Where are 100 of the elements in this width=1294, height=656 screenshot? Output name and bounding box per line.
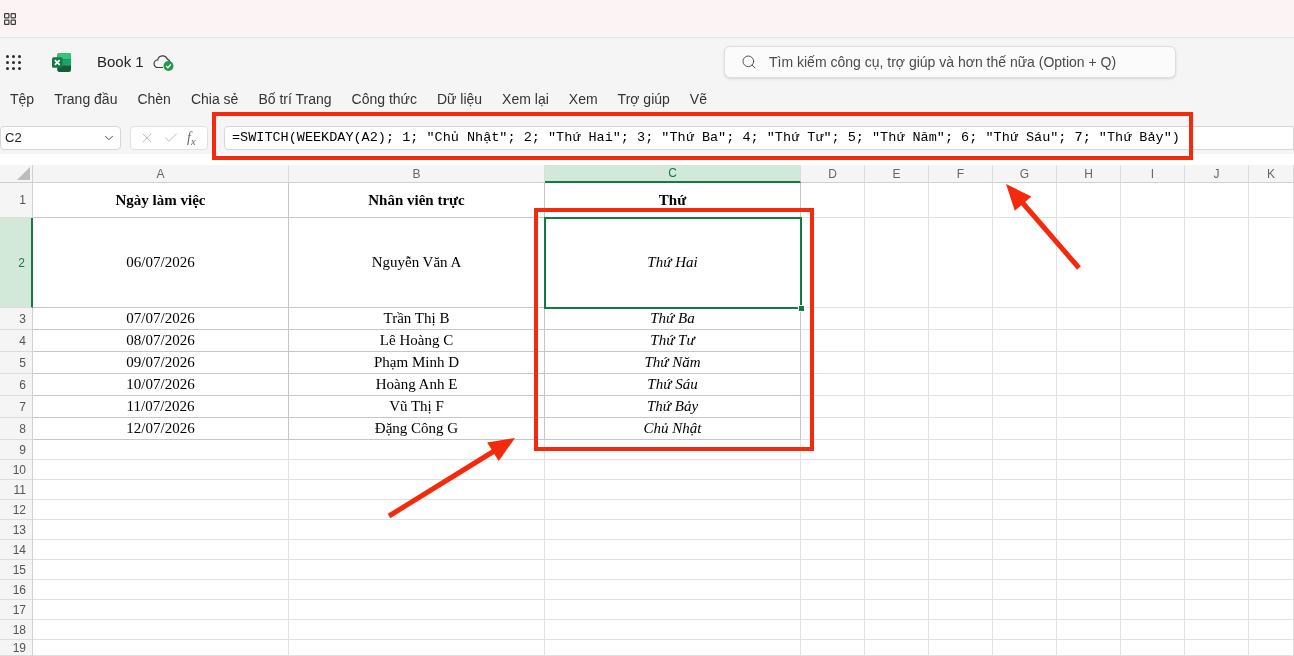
table-cell: 06/07/2026 (33, 218, 289, 308)
insert-function-button[interactable]: f$_{x}$ (187, 131, 196, 145)
row-header[interactable]: 18 (0, 620, 33, 640)
row-header[interactable]: 12 (0, 500, 33, 520)
empty-cell (993, 330, 1057, 352)
menu-tab[interactable]: Vẽ (689, 89, 707, 109)
empty-cell (865, 440, 929, 460)
empty-cell (1185, 600, 1249, 620)
menu-tab[interactable]: Tệp (10, 89, 35, 109)
empty-cell (929, 540, 993, 560)
menu-tab[interactable]: Công thức (351, 89, 417, 109)
column-header[interactable]: J (1185, 165, 1249, 183)
empty-cell (865, 620, 929, 640)
table-cell: Đặng Công G (289, 418, 545, 440)
empty-cell (993, 418, 1057, 440)
empty-cell (1057, 520, 1121, 540)
table-cell: Hoàng Anh E (289, 374, 545, 396)
row-header[interactable]: 17 (0, 600, 33, 620)
row-header[interactable]: 3 (0, 308, 33, 330)
row-header[interactable]: 15 (0, 560, 33, 580)
empty-cell (801, 352, 865, 374)
menu-tab[interactable]: Chèn (137, 89, 171, 109)
table-cell: 09/07/2026 (33, 352, 289, 374)
empty-cell (1249, 560, 1294, 580)
empty-cell (929, 308, 993, 330)
empty-cell (1121, 396, 1185, 418)
empty-cell (1057, 183, 1121, 218)
row-header[interactable]: 6 (0, 374, 33, 396)
table-cell: 08/07/2026 (33, 330, 289, 352)
column-header[interactable]: K (1249, 165, 1294, 183)
column-header[interactable]: C (545, 165, 801, 183)
name-box[interactable]: C2 (0, 126, 121, 150)
row-header[interactable]: 9 (0, 440, 33, 460)
empty-cell (1057, 308, 1121, 330)
search-icon (741, 54, 757, 70)
fill-handle-icon[interactable] (798, 305, 805, 312)
empty-cell (865, 183, 929, 218)
row-header[interactable]: 2 (0, 218, 33, 308)
row-header[interactable]: 14 (0, 540, 33, 560)
menu-tab[interactable]: Bố trí Trang (258, 89, 332, 109)
empty-cell (1249, 374, 1294, 396)
grid-icon[interactable] (4, 12, 16, 25)
menu-tab[interactable]: Dữ liệu (436, 89, 483, 109)
search-field[interactable]: Tìm kiếm công cụ, trợ giúp và hơn thế nữa (Option + Q) (724, 46, 1176, 78)
empty-cell (1057, 374, 1121, 396)
empty-cell (1057, 580, 1121, 600)
empty-cell (1057, 418, 1121, 440)
row-header[interactable]: 4 (0, 330, 33, 352)
empty-cell (865, 500, 929, 520)
row-header[interactable]: 1 (0, 183, 33, 218)
dots-grid-icon[interactable] (6, 54, 21, 70)
column-header[interactable]: I (1121, 165, 1185, 183)
menu-tab[interactable]: Xem lại (502, 89, 549, 109)
empty-cell (1249, 520, 1294, 540)
menu-tab[interactable]: Trợ giúp (617, 89, 670, 109)
empty-cell (929, 640, 993, 656)
row-header[interactable]: 19 (0, 640, 33, 656)
menu-tab[interactable]: Chia sẻ (190, 89, 239, 109)
empty-cell (1121, 183, 1185, 218)
row-header[interactable]: 13 (0, 520, 33, 540)
empty-cell (1185, 308, 1249, 330)
table-cell: Thứ Ba (545, 308, 801, 330)
empty-cell (801, 600, 865, 620)
column-header[interactable]: A (33, 165, 289, 183)
empty-cell (929, 440, 993, 460)
row-header[interactable]: 7 (0, 396, 33, 418)
empty-cell (993, 540, 1057, 560)
column-header[interactable]: D (801, 165, 865, 183)
row-header[interactable]: 11 (0, 480, 33, 500)
empty-cell (1249, 396, 1294, 418)
column-header[interactable]: G (993, 165, 1057, 183)
column-header[interactable]: E (865, 165, 929, 183)
empty-cell (801, 480, 865, 500)
empty-cell (1249, 460, 1294, 480)
cloud-check-icon[interactable] (152, 53, 174, 71)
column-header[interactable]: B (289, 165, 545, 183)
menu-tab[interactable]: Xem (568, 89, 598, 109)
column-header[interactable]: F (929, 165, 993, 183)
empty-cell (1185, 183, 1249, 218)
empty-cell (865, 480, 929, 500)
table-cell: Thứ Sáu (545, 374, 801, 396)
row-header[interactable]: 10 (0, 460, 33, 480)
row-header[interactable]: 16 (0, 580, 33, 600)
empty-cell (801, 308, 865, 330)
row-header[interactable]: 8 (0, 418, 33, 440)
empty-cell (993, 500, 1057, 520)
row-header[interactable]: 5 (0, 352, 33, 374)
empty-cell (929, 560, 993, 580)
menu-tab[interactable]: Trang đầu (54, 89, 118, 109)
empty-cell (993, 352, 1057, 374)
empty-cell (1249, 600, 1294, 620)
empty-cell (801, 560, 865, 580)
empty-cell (1185, 480, 1249, 500)
table-cell: Lê Hoàng C (289, 330, 545, 352)
formula-field[interactable]: =SWITCH(WEEKDAY(A2); 1; "Chủ Nhật"; 2; "Thứ Hai"; 3; "Thứ Ba"; 4; "Thứ Tư"; 5; "Thứ Năm"; 6; "Thứ Sáu"; 7; "Thứ Bảy") (224, 126, 1294, 150)
empty-cell (1185, 330, 1249, 352)
empty-cell (801, 183, 865, 218)
empty-cell (1249, 418, 1294, 440)
column-header[interactable]: H (1057, 165, 1121, 183)
document-title[interactable]: Book 1 (97, 50, 144, 74)
